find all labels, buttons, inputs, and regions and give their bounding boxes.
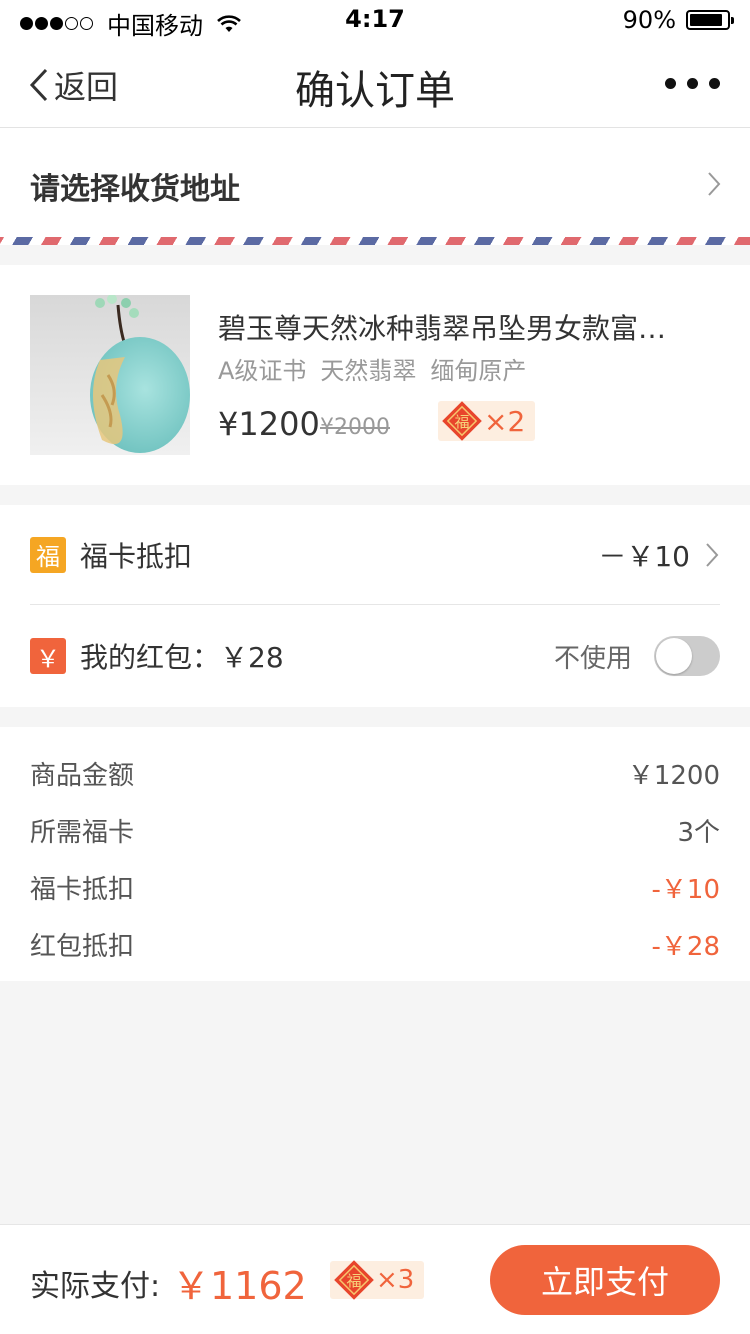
more-icon[interactable] [654,78,720,89]
status-bar: 中国移动 4:17 90% [0,0,750,40]
fuka-discount-row[interactable]: 福 福卡抵扣 －￥10 [30,505,720,605]
svg-text:福: 福 [454,413,469,431]
nav-bar: 返回 确认订单 [0,40,750,128]
hongbao-toggle-label: 不使用 [553,643,632,674]
hongbao-label: 我的红包：￥28 [80,641,284,674]
summary-label: 所需福卡 [30,818,135,848]
hongbao-toggle[interactable] [654,636,720,676]
product-price: ¥1200 [218,405,320,443]
product-original-price: ¥2000 [320,415,390,440]
fuka-label: 福卡抵扣 [80,539,193,573]
summary-row: 商品金额 ￥1200 [30,755,720,792]
pay-label: 实际支付: [30,1269,161,1304]
summary-value: -￥28 [651,932,720,962]
checkout-bar: 实际支付: ￥1162 福 ×3 立即支付 [0,1224,750,1334]
status-right: 90% [622,6,734,34]
product-tag: 缅甸原产 [430,357,527,385]
product-name: 碧玉尊天然冰种翡翠吊坠男女款富贵豆 [218,312,678,345]
airmail-border [0,237,750,245]
fu-badge: 福 ×2 [438,401,536,441]
fu-count: ×3 [376,1265,415,1295]
product-tag: 天然翡翠 [320,357,417,385]
summary-value: -￥10 [651,875,720,905]
fuka-amount: －￥10 [598,539,690,573]
battery-percent: 90% [622,6,676,34]
fu-badge: 福 ×3 [330,1260,425,1300]
svg-text:福: 福 [346,1272,361,1290]
toggle-knob [656,638,692,674]
summary-row: 所需福卡 3个 [30,812,720,849]
summary-row: 红包抵扣 -￥28 [30,926,720,963]
hongbao-icon: ￥ [30,638,66,674]
chevron-right-icon [708,172,721,196]
summary-value: ￥1200 [627,761,720,791]
summary-value: 3个 [677,818,720,848]
fu-diamond-icon: 福 [442,401,482,441]
pay-total: ￥1162 [172,1264,307,1308]
address-selector[interactable]: 请选择收货地址 [0,128,750,245]
summary-row: 福卡抵扣 -￥10 [30,869,720,906]
address-label: 请选择收货地址 [30,172,240,207]
page-title: 确认订单 [295,68,455,114]
fu-diamond-icon: 福 [334,1260,374,1300]
battery-icon [686,10,734,30]
fuka-icon: 福 [30,536,66,573]
fu-count: ×2 [484,404,526,438]
discount-card: 福 福卡抵扣 －￥10 ￥ 我的红包：￥28 不使用 [0,505,750,707]
order-summary: 商品金额 ￥1200 所需福卡 3个 福卡抵扣 -￥10 红包抵扣 -￥28 [0,727,750,981]
product-card[interactable]: 碧玉尊天然冰种翡翠吊坠男女款富贵豆 A级证书 天然翡翠 缅甸原产 ¥1200 ¥… [0,265,750,485]
chevron-right-icon [706,542,719,567]
summary-label: 商品金额 [30,761,135,791]
summary-label: 福卡抵扣 [30,875,135,905]
pay-now-button[interactable]: 立即支付 [490,1245,720,1315]
hongbao-row: ￥ 我的红包：￥28 不使用 [30,606,720,706]
summary-label: 红包抵扣 [30,932,135,962]
product-tags: A级证书 天然翡翠 缅甸原产 [218,351,540,386]
product-image [30,295,190,455]
product-tag: A级证书 [218,357,307,385]
